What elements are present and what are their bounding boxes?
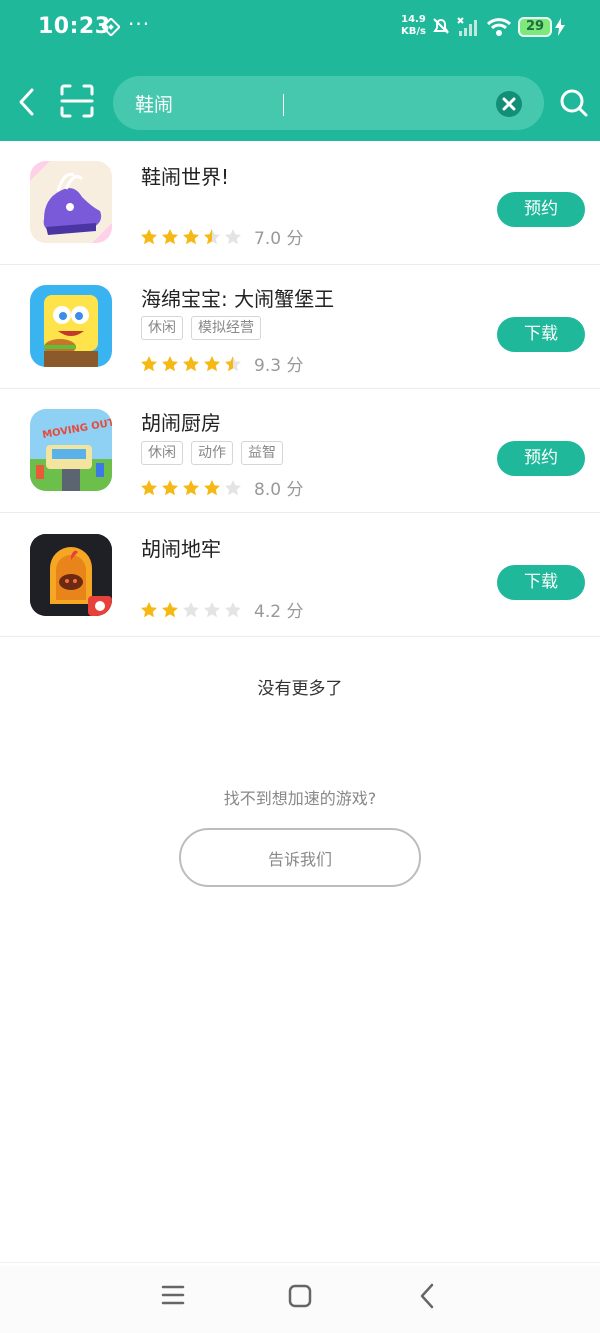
no-more-text: 没有更多了 [257,679,343,699]
star-full-icon [141,479,157,495]
cant-find-text: 找不到想加速的游戏? [223,789,377,808]
game-name[interactable]: 胡闹地牢 [141,533,221,562]
game-rating: 4.2 分 [140,597,303,622]
star-full-icon [204,479,220,495]
star-half-icon [225,355,241,371]
star-full-icon [162,601,178,617]
reserve-button[interactable]: 预约 [497,192,585,227]
star-empty-icon [183,601,199,617]
app-notification-icon [102,18,120,36]
star-rating [140,355,242,373]
star-full-icon [162,228,178,244]
network-speed: 14.9 KB/s [401,14,426,38]
result-row[interactable]: MOVING OUT 胡闹厨房 休闲 动作 益智 8.0 分 预约 [0,389,600,513]
home-icon[interactable] [288,1284,312,1308]
game-icon-shoe[interactable] [30,161,112,243]
star-empty-icon [225,228,241,244]
result-row[interactable]: 胡闹地牢 4.2 分 下载 [0,513,600,637]
star-full-icon [141,601,157,617]
game-score: 9.3 分 [254,356,304,376]
star-full-icon [141,355,157,371]
overcooked-game-art: MOVING OUT [30,409,112,491]
result-row[interactable]: 海绵宝宝: 大闹蟹堡王 休闲 模拟经营 9.3 分 下载 [0,265,600,389]
search-nav [0,70,600,136]
download-button[interactable]: 下载 [497,565,585,600]
status-bar: 10:23 ··· 14.9 KB/s 29 [0,0,600,56]
star-full-icon [141,228,157,244]
game-name[interactable]: 海绵宝宝: 大闹蟹堡王 [141,283,334,312]
star-half-icon [204,228,220,244]
charging-icon [555,18,565,36]
reserve-button[interactable]: 预约 [497,441,585,476]
game-icon-overcooked[interactable]: MOVING OUT [30,409,112,491]
speed-unit: KB/s [401,26,426,37]
clear-icon[interactable] [496,91,522,117]
game-score: 8.0 分 [254,480,304,500]
tag: 模拟经营 [191,316,261,340]
clear-button[interactable] [496,91,522,117]
scan-icon[interactable] [58,82,96,120]
mute-bell-icon [433,18,449,34]
shoe-game-art [30,161,112,243]
star-full-icon [162,479,178,495]
divider [0,1262,600,1263]
top-bar: 10:23 ··· 14.9 KB/s 29 [0,0,600,141]
game-icon-dungeon[interactable] [30,534,112,616]
game-tags: 休闲 模拟经营 [141,316,261,340]
star-full-icon [162,355,178,371]
battery-indicator: 29 [518,17,552,37]
text-caret [283,94,284,116]
tag: 益智 [241,441,283,465]
signal-icon [457,17,477,36]
speed-value: 14.9 [401,14,426,25]
back-arrow-icon[interactable] [12,84,44,120]
spongebob-game-art [30,285,112,367]
tag: 动作 [191,441,233,465]
star-full-icon [183,479,199,495]
game-rating: 7.0 分 [140,224,303,249]
star-rating [140,601,242,619]
game-name[interactable]: 鞋闹世界! [141,161,229,190]
star-empty-icon [225,601,241,617]
result-row[interactable]: 鞋闹世界! 7.0 分 预约 [0,141,600,265]
star-rating [140,228,242,246]
star-full-icon [183,355,199,371]
star-rating [140,479,242,497]
search-icon[interactable] [559,88,589,118]
more-notifications: ··· [128,12,151,36]
game-icon-spongebob[interactable] [30,285,112,367]
game-tags: 休闲 动作 益智 [141,441,283,465]
wifi-icon [486,18,512,36]
search-input[interactable] [135,89,475,117]
star-empty-icon [225,479,241,495]
download-button[interactable]: 下载 [497,317,585,352]
game-score: 7.0 分 [254,229,304,249]
star-empty-icon [204,601,220,617]
search-box[interactable] [113,76,544,130]
tag: 休闲 [141,441,183,465]
menu-icon[interactable] [161,1284,185,1306]
game-name[interactable]: 胡闹厨房 [141,407,221,436]
game-score: 4.2 分 [254,602,304,622]
back-icon[interactable] [417,1282,437,1310]
tell-us-button[interactable]: 告诉我们 [179,828,421,887]
game-rating: 8.0 分 [140,475,303,500]
star-full-icon [204,355,220,371]
dungeon-game-art [30,534,112,616]
game-rating: 9.3 分 [140,351,303,376]
status-time: 10:23 [38,14,111,39]
system-nav-bar [0,1266,600,1333]
tag: 休闲 [141,316,183,340]
star-full-icon [183,228,199,244]
